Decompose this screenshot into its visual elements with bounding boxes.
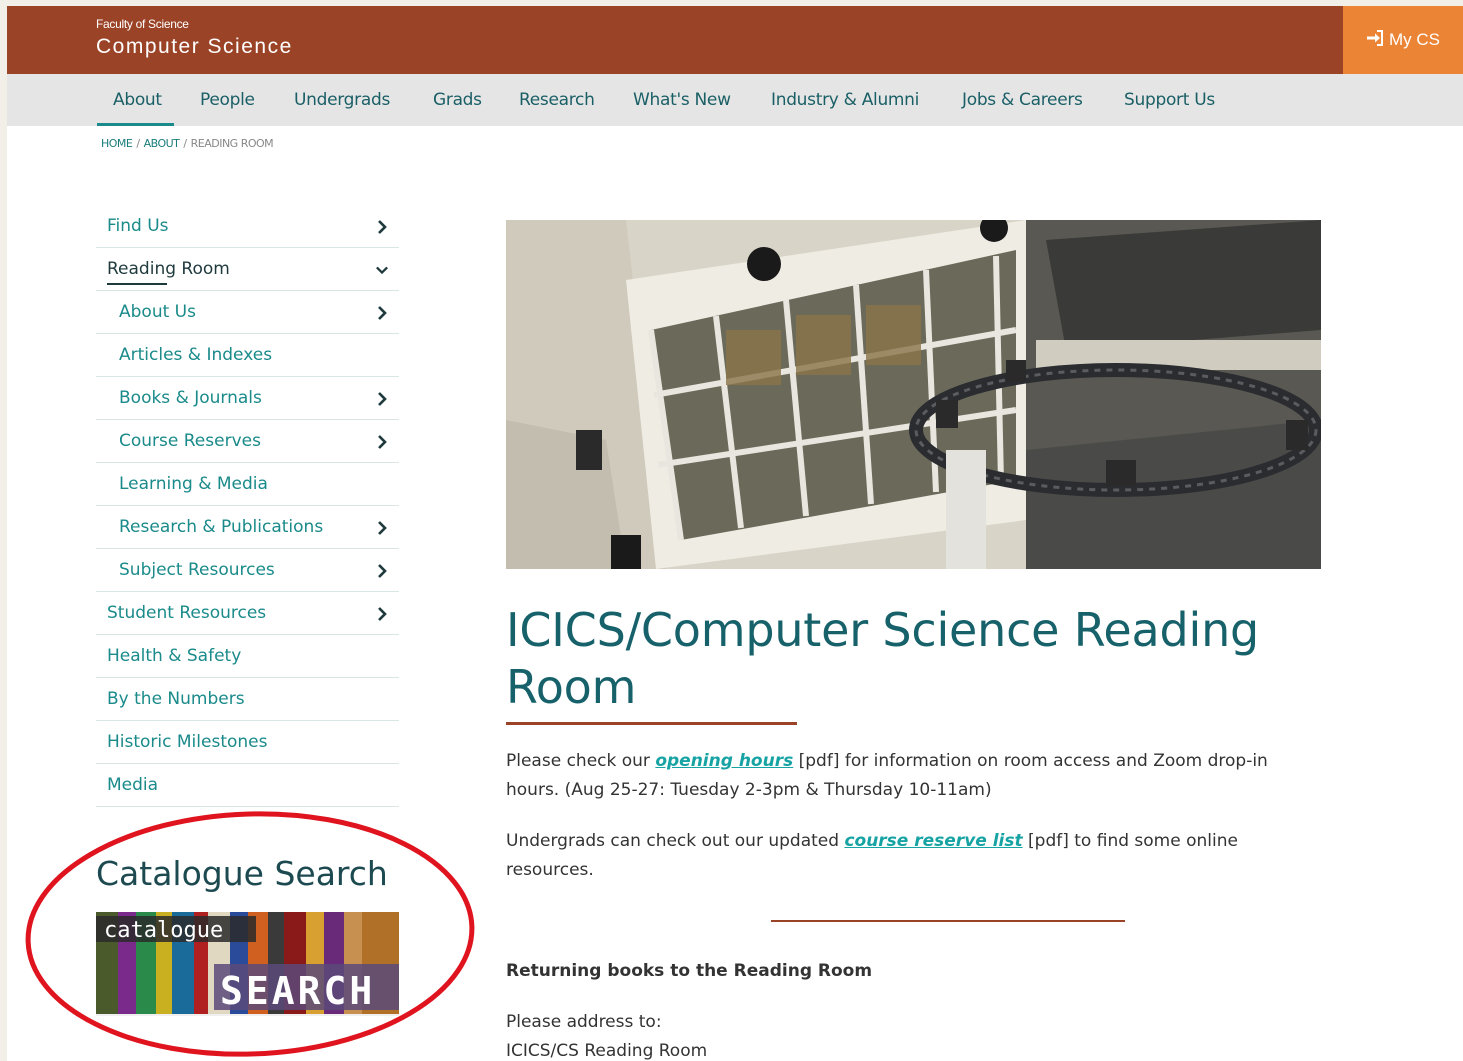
opening-hours-link[interactable]: opening hours xyxy=(655,751,793,771)
breadcrumb-separator: / xyxy=(136,137,140,150)
nav-whats-new[interactable]: What's New xyxy=(633,74,731,126)
sidebar-item-label: Books & Journals xyxy=(119,388,262,408)
catalogue-search-banner[interactable]: catalogue SEARCH xyxy=(96,912,399,1016)
nav-people[interactable]: People xyxy=(200,74,255,126)
chevron-right-icon[interactable] xyxy=(375,549,389,592)
sidebar-item-label: Media xyxy=(107,775,159,795)
para-text: Undergrads can check out our updated xyxy=(506,831,845,851)
nav-about[interactable]: About xyxy=(97,74,174,126)
sidebar-item-historic-milestones[interactable]: Historic Milestones xyxy=(96,721,399,764)
returning-books-heading: Returning books to the Reading Room xyxy=(506,961,873,981)
catalogue-banner-word-top: catalogue xyxy=(104,918,223,943)
sidebar-item-label: Find Us xyxy=(107,216,169,236)
main-nav: About People Undergrads Grads Research W… xyxy=(7,74,1463,126)
faculty-link[interactable]: Faculty of Science xyxy=(96,17,189,31)
sidebar-item-label: Reading Room xyxy=(107,248,230,291)
chevron-right-icon[interactable] xyxy=(375,291,389,334)
nav-support-us[interactable]: Support Us xyxy=(1124,74,1215,126)
address-line: ICICS/CS Reading Room xyxy=(506,1041,708,1061)
sidebar-item-about-us[interactable]: About Us xyxy=(96,291,399,334)
course-reserve-paragraph: Undergrads can check out our updated cou… xyxy=(506,827,1321,885)
sidebar-item-find-us[interactable]: Find Us xyxy=(96,205,399,248)
course-reserve-list-link[interactable]: course reserve list xyxy=(844,831,1022,851)
section-divider xyxy=(771,920,1125,922)
sidebar-item-research-publications[interactable]: Research & Publications xyxy=(96,506,399,549)
para-text: Please check our xyxy=(506,751,656,771)
sidebar-item-label: Health & Safety xyxy=(107,646,242,666)
page-title: ICICS/Computer Science Reading Room xyxy=(506,603,1260,714)
nav-undergrads[interactable]: Undergrads xyxy=(294,74,390,126)
chevron-right-icon[interactable] xyxy=(375,506,389,549)
sidebar-item-label: Learning & Media xyxy=(119,474,268,494)
sidebar-item-label: About Us xyxy=(119,302,196,322)
sidebar-nav: Find Us Reading Room About Us Articles &… xyxy=(96,205,399,807)
sidebar-item-label: By the Numbers xyxy=(107,689,245,709)
reading-room-photo xyxy=(506,220,1321,569)
sidebar-item-learning-media[interactable]: Learning & Media xyxy=(96,463,399,506)
my-cs-label: My CS xyxy=(1389,30,1440,49)
breadcrumb-current: READING ROOM xyxy=(190,137,274,150)
sidebar-item-articles-indexes[interactable]: Articles & Indexes xyxy=(96,334,399,377)
breadcrumb-about[interactable]: ABOUT xyxy=(144,137,180,150)
chevron-right-icon[interactable] xyxy=(375,420,389,463)
my-cs-button[interactable]: My CS xyxy=(1343,6,1463,74)
breadcrumb-home[interactable]: HOME xyxy=(101,137,133,150)
title-divider xyxy=(506,722,797,725)
address-intro: Please address to: xyxy=(506,1012,662,1032)
nav-jobs-careers[interactable]: Jobs & Careers xyxy=(962,74,1083,126)
nav-research[interactable]: Research xyxy=(519,74,595,126)
sidebar-item-label: Student Resources xyxy=(107,603,267,623)
chevron-right-icon[interactable] xyxy=(375,205,389,248)
sidebar-item-reading-room[interactable]: Reading Room xyxy=(96,248,399,291)
sign-in-icon xyxy=(1366,29,1384,51)
chevron-down-icon[interactable] xyxy=(375,248,389,291)
chevron-right-icon[interactable] xyxy=(375,377,389,420)
sidebar-item-label: Research & Publications xyxy=(119,517,324,537)
sidebar-item-label: Articles & Indexes xyxy=(119,345,273,365)
sidebar-item-student-resources[interactable]: Student Resources xyxy=(96,592,399,635)
sidebar-item-label: Subject Resources xyxy=(119,560,275,580)
sidebar-item-label: Historic Milestones xyxy=(107,732,268,752)
sidebar-item-media[interactable]: Media xyxy=(96,764,399,807)
sidebar-item-label: Course Reserves xyxy=(119,431,261,451)
sidebar-item-by-the-numbers[interactable]: By the Numbers xyxy=(96,678,399,721)
page: Faculty of Science Computer Science My C… xyxy=(7,6,1463,1061)
catalogue-search-heading: Catalogue Search xyxy=(96,854,388,893)
opening-hours-paragraph: Please check our opening hours [pdf] for… xyxy=(506,747,1321,805)
department-title[interactable]: Computer Science xyxy=(96,35,293,59)
nav-industry-alumni[interactable]: Industry & Alumni xyxy=(771,74,919,126)
breadcrumb: HOME / ABOUT / READING ROOM xyxy=(101,137,274,150)
sidebar-item-course-reserves[interactable]: Course Reserves xyxy=(96,420,399,463)
catalogue-banner-word-bottom: SEARCH xyxy=(220,969,375,1013)
breadcrumb-separator: / xyxy=(183,137,187,150)
sidebar-item-health-safety[interactable]: Health & Safety xyxy=(96,635,399,678)
sidebar-item-subject-resources[interactable]: Subject Resources xyxy=(96,549,399,592)
site-header: Faculty of Science Computer Science My C… xyxy=(7,6,1463,74)
address-block: Please address to: ICICS/CS Reading Room xyxy=(506,1008,707,1061)
chevron-right-icon[interactable] xyxy=(375,592,389,635)
nav-grads[interactable]: Grads xyxy=(433,74,482,126)
sidebar-item-books-journals[interactable]: Books & Journals xyxy=(96,377,399,420)
